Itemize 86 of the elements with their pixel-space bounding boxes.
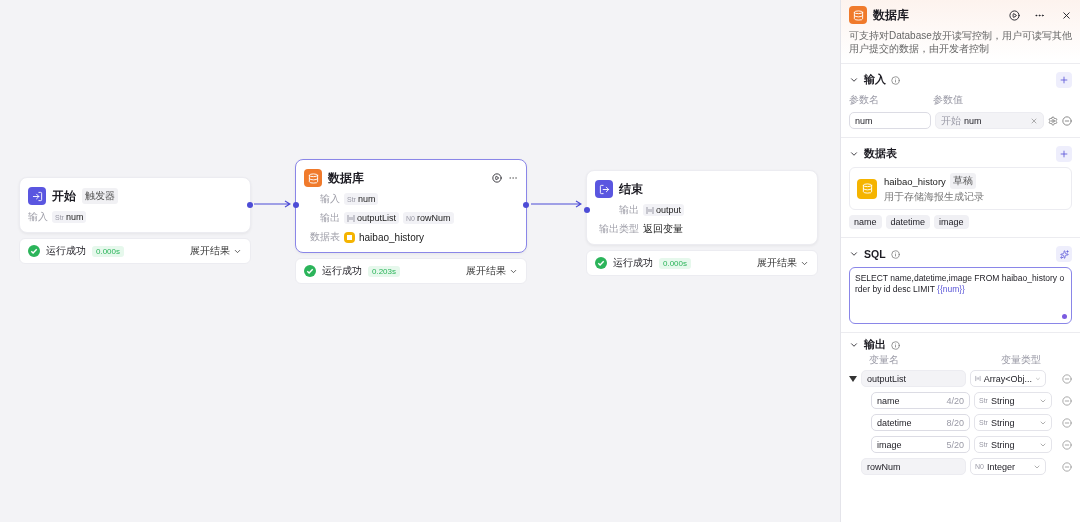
panel-title: 数据库 <box>873 6 909 24</box>
row-label: 输出 <box>618 203 639 217</box>
settings-icon[interactable] <box>1048 115 1058 126</box>
node-title: 结束 <box>619 180 643 198</box>
close-icon[interactable] <box>1061 9 1072 21</box>
run-time: 0.000s <box>659 257 692 269</box>
variable-name-field[interactable]: outputList <box>861 370 966 387</box>
sparkle-icon <box>1059 249 1069 259</box>
run-icon[interactable] <box>492 173 502 183</box>
database-icon <box>852 9 864 21</box>
array-icon <box>347 214 355 222</box>
info-icon <box>891 340 900 350</box>
database-icon <box>307 172 319 184</box>
column-header: 参数值 <box>933 93 964 107</box>
field-chip: image <box>934 215 969 229</box>
chevron-icon[interactable] <box>849 340 859 350</box>
success-icon <box>595 257 607 269</box>
column-header: 参数名 <box>849 93 880 107</box>
section-title: 输出 <box>864 338 886 352</box>
plus-icon <box>1059 149 1069 159</box>
node-title: 数据库 <box>328 169 364 187</box>
array-icon <box>975 375 981 382</box>
draft-badge: 草稿 <box>949 173 976 189</box>
sql-editor[interactable]: SELECT name,datetime,image FROM haibao_history order by id desc LIMIT {{num}} <box>849 267 1072 324</box>
field-chip: datetime <box>885 215 931 229</box>
table-card[interactable]: haibao_history 草稿 用于存储海报生成记录 <box>849 167 1072 210</box>
expand-results-button[interactable]: 展开结果 <box>190 244 242 258</box>
variable-tag: output <box>643 204 685 216</box>
resize-handle-icon[interactable] <box>1062 314 1067 319</box>
output-type: 返回变量 <box>643 222 683 236</box>
connection-port[interactable] <box>523 202 529 208</box>
column-header: 变量名 <box>869 353 900 367</box>
row-label: 输入 <box>28 210 48 224</box>
field-chip: name <box>849 215 882 229</box>
variable-tag: outputList <box>344 212 400 224</box>
chevron-icon[interactable] <box>849 75 859 85</box>
connection-port[interactable] <box>293 202 299 208</box>
row-label: 输出类型 <box>598 222 639 236</box>
array-icon <box>646 206 654 214</box>
param-value-field[interactable]: 开始 num <box>935 112 1044 129</box>
row-label: 数据表 <box>309 230 340 244</box>
success-icon <box>304 265 316 277</box>
status-text: 运行成功 <box>322 264 362 278</box>
section-title: 输入 <box>864 73 886 87</box>
variable-name-field[interactable]: datetime 8/20 <box>871 414 970 431</box>
variable-name-field[interactable]: rowNum <box>861 458 966 475</box>
source-tag: 开始 <box>941 113 961 128</box>
expand-results-button[interactable]: 展开结果 <box>757 256 809 270</box>
exit-icon <box>598 183 610 195</box>
section-title: 数据表 <box>864 147 897 161</box>
param-name-field[interactable]: num <box>849 112 931 129</box>
run-time: 0.000s <box>92 245 125 257</box>
table-icon <box>347 234 352 240</box>
table-description: 用于存储海报生成记录 <box>884 190 984 204</box>
database-icon <box>861 183 873 194</box>
row-label: 输入 <box>319 192 340 206</box>
expand-results-button[interactable]: 展开结果 <box>466 264 518 278</box>
chevron-icon[interactable] <box>849 149 859 159</box>
connector-arrow <box>531 200 582 208</box>
row-label: 输出 <box>319 211 340 225</box>
success-icon <box>28 245 40 257</box>
connection-port[interactable] <box>247 202 253 208</box>
chevron-icon[interactable] <box>849 249 859 259</box>
variable-name-field[interactable]: name 4/20 <box>871 392 970 409</box>
section-title: SQL <box>864 248 886 260</box>
status-text: 运行成功 <box>613 256 653 270</box>
run-icon[interactable] <box>1009 9 1020 21</box>
type-select[interactable]: Array<Obj... <box>970 370 1046 387</box>
node-title: 开始 <box>52 187 76 205</box>
variable-name-field[interactable]: image 5/20 <box>871 436 970 453</box>
table-name: haibao_history <box>884 175 946 187</box>
connection-port[interactable] <box>584 207 590 213</box>
ai-assist-button[interactable] <box>1056 246 1072 262</box>
panel-description: 可支持对Database放开读写控制，用户可读写其他用户提交的数据，由开发者控制 <box>849 29 1072 55</box>
connector-arrow <box>254 200 291 208</box>
plus-icon <box>1059 75 1069 85</box>
info-icon <box>890 249 900 259</box>
table-name: haibao_history <box>359 231 425 243</box>
workflow-node[interactable]: 结束 输出 output 输出类型 返回变量 <box>586 170 818 245</box>
run-time: 0.203s <box>368 265 401 277</box>
collapse-caret-icon[interactable] <box>849 375 857 382</box>
enter-icon <box>31 190 43 202</box>
column-header: 变量类型 <box>1001 353 1042 367</box>
info-icon <box>891 75 900 85</box>
status-text: 运行成功 <box>46 244 86 258</box>
trigger-badge: 触发器 <box>82 188 118 204</box>
